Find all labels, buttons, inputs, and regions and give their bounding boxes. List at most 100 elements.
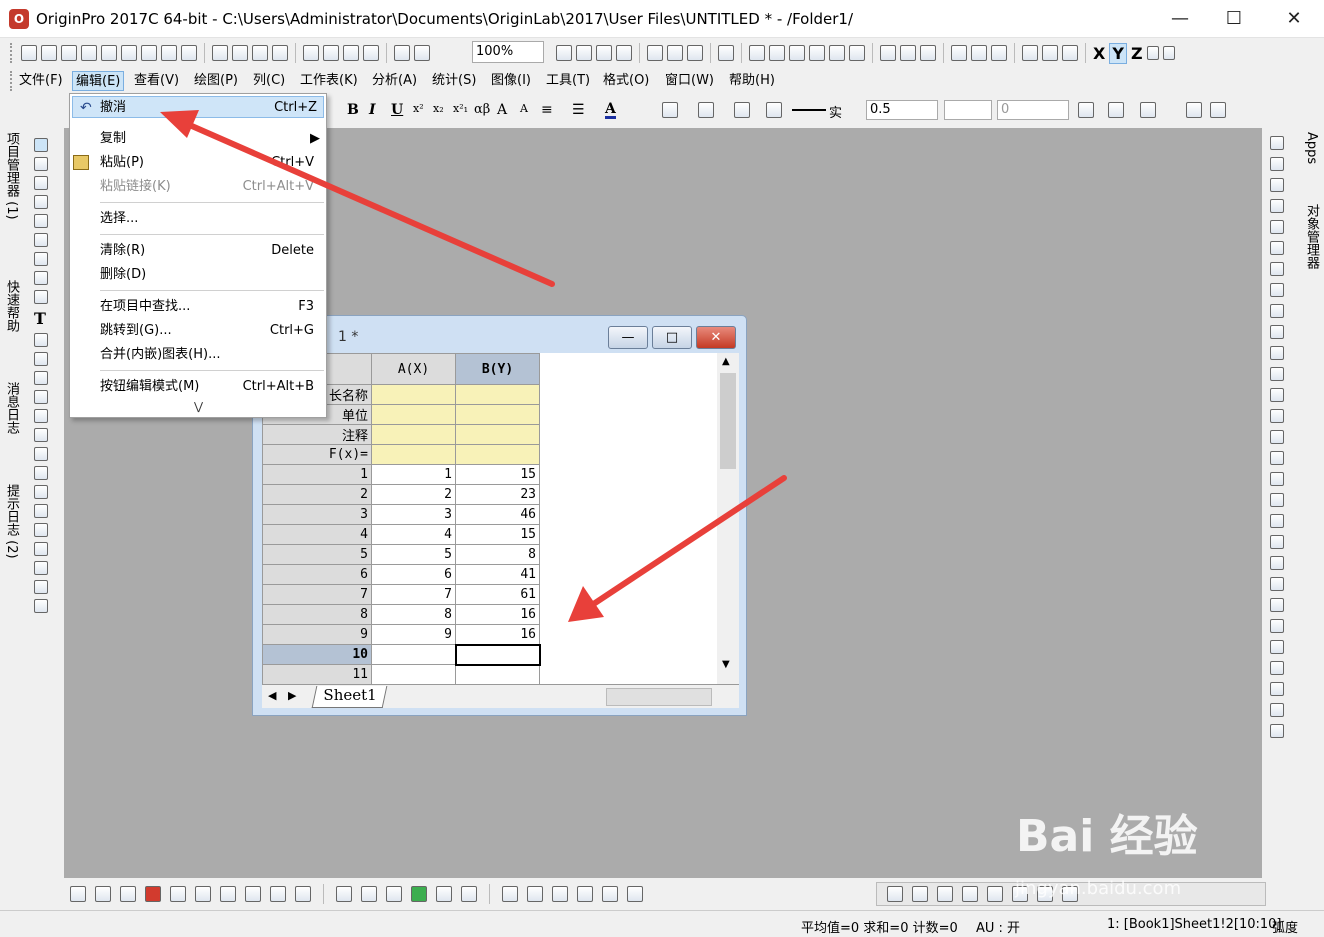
- screen-reader-icon[interactable]: [34, 233, 48, 247]
- cell-a[interactable]: 7: [371, 584, 456, 605]
- rectangle-tool-icon[interactable]: [34, 390, 48, 404]
- sheet-prev-icon[interactable]: ◀: [268, 689, 276, 702]
- meta-cell[interactable]: [371, 424, 456, 445]
- horizontal-scrollbar[interactable]: [606, 688, 712, 706]
- tab-hints-log[interactable]: 提示日志 (2): [3, 484, 19, 559]
- menu-statistics[interactable]: 统计(S): [429, 71, 479, 91]
- meta-cell[interactable]: [371, 404, 456, 425]
- cell-a[interactable]: 8: [371, 604, 456, 625]
- font-color-icon[interactable]: A: [605, 102, 616, 119]
- menu-format[interactable]: 格式(O): [600, 71, 652, 91]
- column-header-a[interactable]: A(X): [371, 353, 456, 385]
- line-tool-icon[interactable]: [34, 371, 48, 385]
- statistics-icon[interactable]: [880, 45, 896, 61]
- region-icon[interactable]: [34, 214, 48, 228]
- menu-column[interactable]: 列(C): [250, 71, 288, 91]
- line-style-label[interactable]: 实: [829, 102, 842, 121]
- cell-a[interactable]: 9: [371, 624, 456, 645]
- lock-icon[interactable]: [1270, 598, 1284, 612]
- increase-font-icon[interactable]: A: [497, 102, 507, 118]
- new-notes-icon[interactable]: [141, 45, 157, 61]
- draw-data-icon[interactable]: [34, 290, 48, 304]
- unlock-icon[interactable]: [1270, 619, 1284, 633]
- object-icon[interactable]: [34, 447, 48, 461]
- subscript-icon[interactable]: x₂: [433, 102, 444, 115]
- area-plot-icon[interactable]: [220, 886, 236, 902]
- set-label-icon[interactable]: [1162, 46, 1175, 60]
- menu-item-find[interactable]: 在项目中查找... F3: [100, 296, 320, 318]
- status-auto-update[interactable]: AU : 开: [976, 917, 1020, 936]
- menu-item-goto[interactable]: 跳转到(G)... Ctrl+G: [100, 320, 320, 342]
- set-x-icon[interactable]: X: [1093, 44, 1105, 63]
- import-multiple-icon[interactable]: [323, 45, 339, 61]
- worksheet-grid[interactable]: A(X) B(Y) 长名称 单位 注释 F(x)= 1 1 15 2 2 23 3 3 46…: [262, 353, 739, 684]
- anchor-icon[interactable]: [1270, 682, 1284, 696]
- distribute-icon[interactable]: [1210, 102, 1226, 118]
- command-window-icon[interactable]: [667, 45, 683, 61]
- menu-edit[interactable]: 编辑(E): [72, 71, 125, 91]
- hand-icon[interactable]: [34, 409, 48, 423]
- object-align-icon[interactable]: [887, 886, 903, 902]
- menu-help[interactable]: 帮助(H): [726, 71, 778, 91]
- menu-file[interactable]: 文件(F): [16, 71, 66, 91]
- object-pin-icon[interactable]: [937, 886, 953, 902]
- close-icon[interactable]: ✕: [1276, 5, 1312, 33]
- cell-b[interactable]: 23: [455, 484, 540, 505]
- menu-view[interactable]: 查看(V): [131, 71, 182, 91]
- row-header[interactable]: 1: [262, 464, 372, 485]
- row-header-active[interactable]: 10: [262, 644, 372, 665]
- template-icon[interactable]: [295, 886, 311, 902]
- border-icon[interactable]: [1108, 102, 1124, 118]
- filter-icon[interactable]: [1022, 45, 1038, 61]
- align-left-icon[interactable]: [1270, 346, 1284, 360]
- fill-pattern-icon[interactable]: [1078, 102, 1094, 118]
- menu-item-select[interactable]: 选择...: [100, 208, 320, 230]
- meta-cell[interactable]: [455, 444, 540, 465]
- menu-plot[interactable]: 绘图(P): [191, 71, 241, 91]
- zoom-panel-icon[interactable]: [1270, 136, 1284, 150]
- scatter-plot-icon[interactable]: [95, 886, 111, 902]
- chart-object-icon[interactable]: [34, 466, 48, 480]
- workbook-restore-button[interactable]: □: [652, 326, 692, 349]
- row-header[interactable]: 3: [262, 504, 372, 525]
- arrange-icon[interactable]: [577, 886, 593, 902]
- data-reader-icon[interactable]: [34, 252, 48, 266]
- filter-clear-icon[interactable]: [1062, 45, 1078, 61]
- zoom-select[interactable]: 100%: [472, 41, 544, 63]
- tab-apps[interactable]: Apps: [1303, 132, 1319, 164]
- mask-icon[interactable]: [34, 271, 48, 285]
- meta-label-fx[interactable]: F(x)=: [262, 444, 372, 465]
- number-select[interactable]: 0: [997, 100, 1069, 120]
- new-excel-icon[interactable]: [161, 45, 177, 61]
- new-graph-icon[interactable]: [61, 45, 77, 61]
- grid-icon[interactable]: [34, 333, 48, 347]
- object-back-icon[interactable]: [987, 886, 1003, 902]
- new-project-icon[interactable]: [21, 45, 37, 61]
- line-color-icon[interactable]: [734, 102, 750, 118]
- align-graph-icon[interactable]: [602, 886, 618, 902]
- cell-b[interactable]: 8: [455, 544, 540, 565]
- distribute-h-icon[interactable]: [1270, 430, 1284, 444]
- refresh-icon[interactable]: [576, 45, 592, 61]
- scroll-thumb[interactable]: [720, 373, 736, 469]
- scroll-up-icon[interactable]: ▲: [722, 356, 730, 367]
- run-icon[interactable]: [1270, 241, 1284, 255]
- column-chart-icon[interactable]: [951, 45, 967, 61]
- symbol-icon[interactable]: [766, 102, 782, 118]
- pointer-icon[interactable]: [34, 138, 48, 152]
- underline-icon[interactable]: U: [391, 102, 403, 118]
- align-icon[interactable]: ≡: [541, 102, 553, 118]
- import-wizard-icon[interactable]: [343, 45, 359, 61]
- layers-icon[interactable]: [34, 504, 48, 518]
- column-lines-icon[interactable]: ☰: [572, 102, 585, 118]
- results-log-icon[interactable]: [687, 45, 703, 61]
- menu-item-paste-link[interactable]: 粘贴链接(K) Ctrl+Alt+V: [100, 176, 320, 198]
- filter-options-icon[interactable]: [1042, 45, 1058, 61]
- align-right-icon[interactable]: [1270, 367, 1284, 381]
- settings-icon[interactable]: [829, 45, 845, 61]
- row-header[interactable]: 11: [262, 664, 372, 684]
- object-front-icon[interactable]: [962, 886, 978, 902]
- sheet-next-icon[interactable]: ▶: [288, 689, 296, 702]
- 3d-icon[interactable]: [34, 485, 48, 499]
- maximize-icon[interactable]: ☐: [1216, 5, 1252, 33]
